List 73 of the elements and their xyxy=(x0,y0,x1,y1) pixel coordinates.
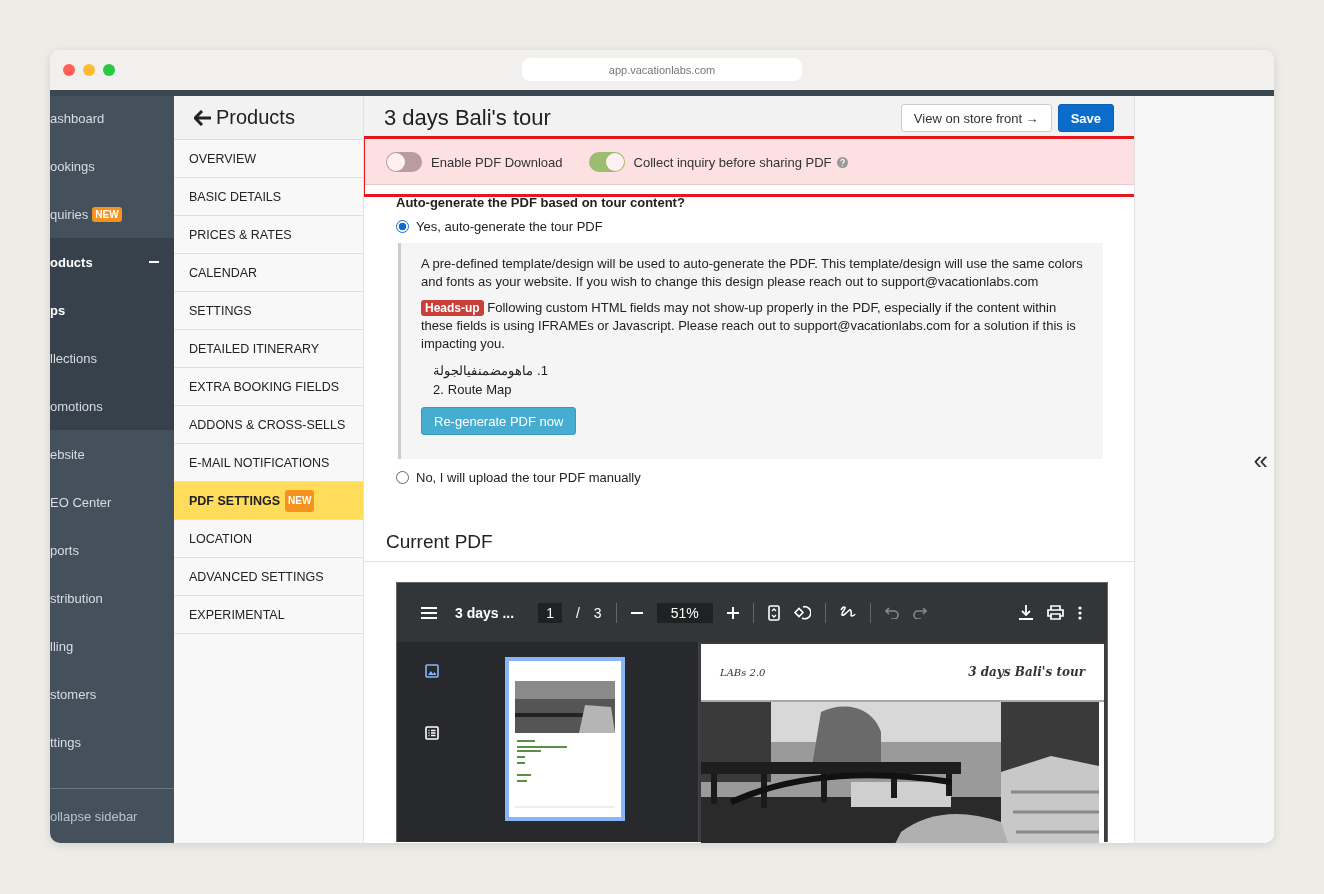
toggle-switch[interactable] xyxy=(386,152,422,172)
more-options-icon[interactable] xyxy=(1078,605,1082,620)
zoom-in-icon[interactable] xyxy=(726,606,739,619)
thumbnails-tab[interactable] xyxy=(423,662,441,680)
toggle-label: Collect inquiry before sharing PDF xyxy=(633,154,832,170)
subnav-item[interactable]: BASIC DETAILS xyxy=(174,178,363,216)
list-number: 2. xyxy=(433,381,444,399)
toggle-switch[interactable] xyxy=(588,152,625,172)
sidebar-item[interactable]: quiries NEW xyxy=(50,190,174,238)
expand-panel-button[interactable]: « xyxy=(1253,446,1268,473)
sidebar-subitem[interactable]: omotions xyxy=(50,382,174,430)
document-brand: LABs 2.0 xyxy=(720,666,766,678)
info-text: A pre-defined template/design will be used to auto-generate the PDF. This template/design will use the same colors and fonts as your website. If you wish to change this design please reach out to support@vacationlabs.com xyxy=(421,255,1083,291)
heads-up-badge: Heads-up xyxy=(421,300,484,316)
radio-button[interactable] xyxy=(396,220,409,233)
zoom-field[interactable]: 51% xyxy=(656,602,713,623)
store-front-button[interactable]: View on store front → xyxy=(900,104,1052,132)
sidebar-subitem[interactable]: llections xyxy=(50,334,174,382)
sidebar-item[interactable]: EO Center xyxy=(50,478,174,526)
sidebar-item[interactable]: ashboard xyxy=(50,96,174,142)
document-title: 3 days Bali's tour xyxy=(968,665,1085,679)
sidebar-subitem[interactable]: ps xyxy=(50,286,174,334)
download-icon[interactable] xyxy=(1019,605,1033,620)
radio-button[interactable] xyxy=(396,471,409,484)
subnav-item[interactable]: PDF SETTINGS NEW xyxy=(174,482,363,520)
subnav-item[interactable]: PRICES & RATES xyxy=(174,216,363,254)
section-heading: Current PDF xyxy=(386,531,494,553)
page-title: 3 days Bali's tour xyxy=(384,105,551,131)
print-icon[interactable] xyxy=(1047,605,1064,620)
subnav-item[interactable]: LOCATION xyxy=(174,520,363,558)
sidebar-item[interactable]: ebsite xyxy=(50,430,174,478)
sidebar-item[interactable]: ports xyxy=(50,526,174,574)
subnav-item[interactable]: EXPERIMENTAL xyxy=(174,596,363,634)
section-title: Products xyxy=(216,106,295,129)
list-number: 1. xyxy=(537,362,548,380)
sidebar-item[interactable]: ttings xyxy=(50,718,174,766)
sidebar-item[interactable]: oducts xyxy=(50,238,174,286)
fit-page-icon[interactable] xyxy=(767,604,780,621)
menu-icon[interactable] xyxy=(421,606,437,619)
page-thumbnail[interactable] xyxy=(505,657,625,821)
page-separator: / xyxy=(575,604,580,621)
toggle-label: Enable PDF Download xyxy=(431,154,563,170)
subnav-item[interactable]: EXTRA BOOKING FIELDS xyxy=(174,368,363,406)
close-window-button[interactable] xyxy=(63,64,75,76)
field-name: ماهومضمنفيالجولة xyxy=(433,362,533,380)
sidebar-item[interactable]: ookings xyxy=(50,142,174,190)
outline-tab[interactable] xyxy=(423,724,441,742)
rotate-icon[interactable] xyxy=(793,604,811,621)
subnav-item[interactable]: SETTINGS xyxy=(174,292,363,330)
subnav-item[interactable]: ADVANCED SETTINGS xyxy=(174,558,363,596)
back-arrow-icon[interactable] xyxy=(194,109,212,126)
subnav-item[interactable]: OVERVIEW xyxy=(174,140,363,178)
radio-label: No, I will upload the tour PDF manually xyxy=(416,470,641,485)
page-count: 3 xyxy=(593,604,602,621)
help-icon[interactable] xyxy=(836,156,848,168)
new-badge: NEW xyxy=(92,206,122,222)
redo-icon[interactable] xyxy=(912,606,927,619)
undo-icon[interactable] xyxy=(884,606,899,619)
subnav-item[interactable]: CALENDAR xyxy=(174,254,363,292)
new-badge: NEW xyxy=(285,489,315,512)
subnav-item[interactable]: DETAILED ITINERARY xyxy=(174,330,363,368)
address-bar[interactable]: app.vacationlabs.com xyxy=(522,58,802,81)
save-button[interactable]: Save xyxy=(1057,104,1114,132)
question-label: Auto-generate the PDF based on tour content? xyxy=(396,195,686,210)
field-name: Route Map xyxy=(447,381,512,399)
subnav-item[interactable]: ADDONS & CROSS-SELLS xyxy=(174,406,363,444)
sidebar-item[interactable]: stribution xyxy=(50,574,174,622)
page-number-field[interactable]: 1 xyxy=(538,602,562,623)
warning-text: Heads-up Following custom HTML fields may not show-up properly in the PDF, especially if the content within these fields is using IFRAMEs or Javascript. Please reach out to support@vacationlabs.com for a solution if this is impacting you. xyxy=(421,299,1077,353)
document-title: 3 days ... xyxy=(455,604,515,621)
sidebar-item[interactable]: lling xyxy=(50,622,174,670)
radio-label: Yes, auto-generate the tour PDF xyxy=(416,219,603,234)
sidebar-item[interactable]: stomers xyxy=(50,670,174,718)
